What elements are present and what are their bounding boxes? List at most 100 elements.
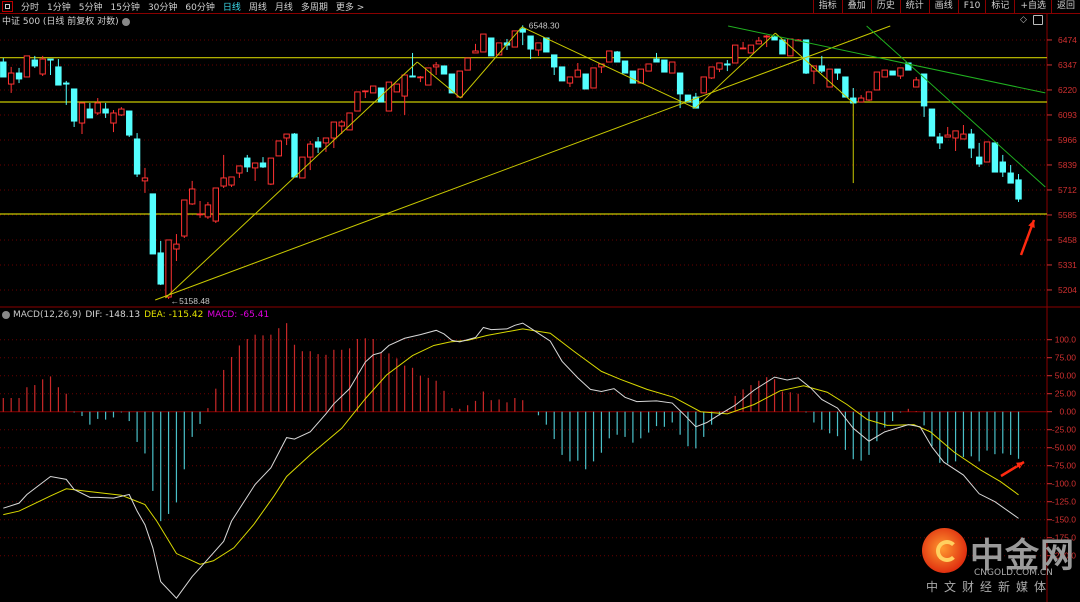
- candle-body: [31, 59, 38, 67]
- candle-body: [94, 102, 101, 114]
- candle: [173, 234, 180, 262]
- candle-body: [606, 50, 613, 63]
- candle: [157, 240, 164, 286]
- candle-body: [118, 108, 125, 116]
- candle: [913, 76, 920, 88]
- candle-body: [480, 33, 487, 53]
- candle-body: [535, 42, 542, 51]
- candle: [834, 68, 841, 80]
- candle-body: [645, 63, 652, 72]
- candle: [480, 33, 487, 53]
- macd-dea-value: DEA: -115.42: [144, 310, 204, 320]
- candle-body: [889, 70, 896, 76]
- candle: [669, 61, 676, 74]
- candle: [960, 125, 967, 140]
- trendline-yellow: [775, 32, 854, 104]
- candle: [275, 140, 282, 157]
- candle-body: [818, 65, 825, 72]
- candle-body: [63, 82, 70, 85]
- candle: [637, 68, 644, 84]
- candle: [952, 130, 959, 151]
- candle-body: [377, 87, 385, 103]
- price-tick-label: 5331: [1058, 260, 1077, 270]
- candle-body: [440, 65, 448, 75]
- candle: [897, 67, 904, 79]
- candle-body: [590, 67, 597, 89]
- candle-body: [566, 76, 574, 84]
- candle-body: [314, 141, 322, 148]
- candle: [196, 200, 204, 218]
- candle: [401, 74, 408, 115]
- candle: [236, 165, 243, 178]
- candle: [582, 73, 589, 90]
- candle: [432, 62, 440, 75]
- trendline-yellow: [694, 32, 776, 109]
- macd-tick-label: 50.00: [1055, 371, 1077, 381]
- candle-body: [307, 143, 314, 158]
- candle: [456, 70, 463, 98]
- candle-body: [212, 187, 219, 222]
- candle-body: [779, 39, 786, 55]
- candle: [779, 39, 786, 55]
- candle-body: [865, 91, 873, 101]
- candle-body: [456, 70, 463, 98]
- candle: [181, 199, 188, 238]
- candle: [1015, 174, 1022, 202]
- candle-body: [362, 90, 369, 93]
- candle: [936, 133, 944, 150]
- candle: [881, 69, 888, 78]
- candle-body: [519, 28, 526, 33]
- candle-body: [834, 68, 841, 74]
- candle-body: [472, 50, 479, 54]
- macd-value: MACD: -65.41: [207, 310, 270, 320]
- candle-body: [850, 97, 857, 104]
- candle: [141, 167, 149, 193]
- candle: [448, 73, 456, 94]
- macd-tick-label: 75.00: [1055, 353, 1077, 363]
- candle-body: [724, 63, 731, 66]
- candle: [747, 44, 755, 54]
- candle-body: [582, 73, 589, 90]
- candle-body: [157, 252, 164, 285]
- candle: [244, 154, 251, 173]
- candle-body: [621, 60, 629, 74]
- candle-body: [755, 40, 763, 45]
- candle-body: [409, 75, 416, 78]
- candle-body: [826, 68, 833, 88]
- candle-body: [527, 35, 534, 50]
- candle-body: [283, 133, 290, 139]
- candle: [464, 57, 471, 71]
- macd-tick-label: -100.0: [1052, 479, 1076, 489]
- dif-line: [3, 322, 1019, 599]
- candle: [47, 58, 54, 75]
- candle-body: [810, 65, 818, 72]
- price-tick-label: 5712: [1058, 185, 1077, 195]
- candle-body: [747, 44, 755, 54]
- candle: [440, 65, 448, 75]
- candle: [787, 38, 794, 57]
- candle: [94, 98, 101, 115]
- macd-tick-label: -75.00: [1052, 461, 1076, 471]
- dea-line: [3, 328, 1019, 565]
- candle: [228, 176, 235, 188]
- candle-body: [275, 140, 282, 157]
- candle-body: [928, 108, 936, 137]
- candle: [629, 70, 637, 84]
- price-tick-label: 5839: [1058, 160, 1077, 170]
- macd-tick-label: -50.00: [1052, 443, 1076, 453]
- candle: [354, 91, 361, 112]
- candle-body: [39, 58, 46, 75]
- candle: [826, 68, 833, 88]
- candle: [259, 157, 267, 168]
- candle: [126, 110, 133, 138]
- candle: [920, 73, 928, 117]
- candle-body: [338, 121, 345, 127]
- candle-body: [354, 91, 361, 112]
- candle: [527, 35, 534, 60]
- stock-chart[interactable]: 6474 6347 6220 6093 5966 5839 5712 5585 5458 5331…: [0, 0, 1080, 602]
- candle-body: [47, 58, 54, 61]
- candle: [369, 85, 377, 94]
- candle-body: [488, 37, 495, 57]
- candle: [999, 154, 1006, 177]
- macd-settings-icon[interactable]: [2, 310, 10, 319]
